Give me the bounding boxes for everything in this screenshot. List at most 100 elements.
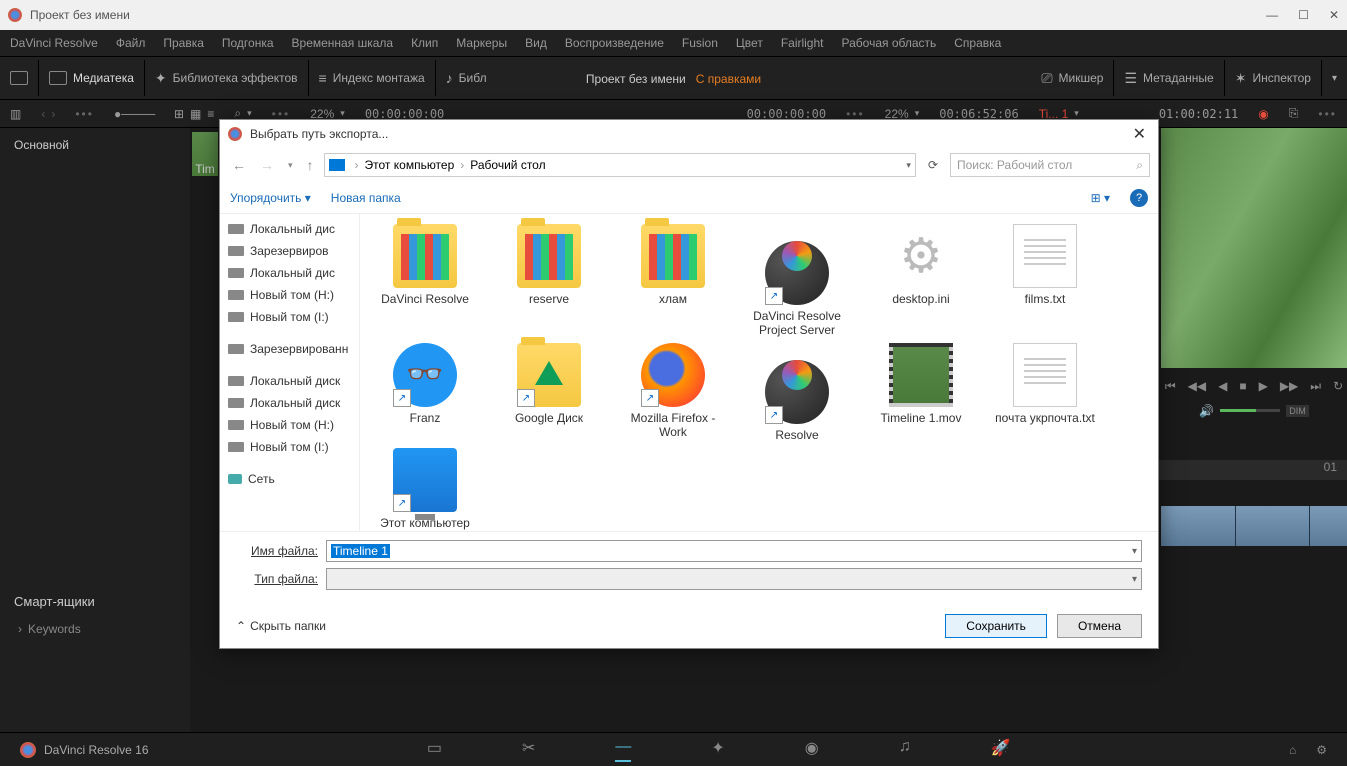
- menu-markers[interactable]: Маркеры: [456, 36, 507, 50]
- tree-node[interactable]: Зарезервированн: [220, 338, 359, 360]
- nav-forward-icon[interactable]: →: [256, 157, 278, 173]
- next-clip-icon[interactable]: ›: [51, 107, 55, 121]
- layout-icon[interactable]: [10, 71, 28, 85]
- prev-clip-icon[interactable]: ‹: [41, 107, 45, 121]
- fusion-page-icon[interactable]: ✦: [711, 738, 724, 762]
- export-icon[interactable]: ⎘: [1289, 106, 1299, 121]
- media-pool-button[interactable]: Медиатека: [49, 71, 134, 85]
- speaker-icon[interactable]: 🔊: [1199, 404, 1214, 418]
- grid-icon[interactable]: ⊞: [174, 107, 184, 121]
- tree-node-network[interactable]: Сеть: [220, 468, 359, 490]
- media-page-icon[interactable]: ▭: [427, 738, 442, 762]
- clip-3[interactable]: [1310, 506, 1347, 546]
- bin-main[interactable]: Основной: [4, 132, 186, 158]
- options-icon[interactable]: •••: [75, 107, 94, 121]
- clip-2[interactable]: [1236, 506, 1311, 546]
- dialog-close-icon[interactable]: ✕: [1129, 124, 1150, 144]
- menu-timeline[interactable]: Временная шкала: [292, 36, 394, 50]
- list-view-icon[interactable]: ≡: [207, 107, 214, 121]
- breadcrumb-bar[interactable]: › Этот компьютер › Рабочий стол ▾: [324, 153, 916, 177]
- maximize-button[interactable]: ☐: [1298, 8, 1309, 22]
- file-item[interactable]: ⚙desktop.ini: [866, 224, 976, 337]
- menu-clip[interactable]: Клип: [411, 36, 438, 50]
- menu-davinci[interactable]: DaVinci Resolve: [10, 36, 98, 50]
- filetype-combo[interactable]: ▾: [326, 568, 1142, 590]
- menu-color[interactable]: Цвет: [736, 36, 763, 50]
- breadcrumb-1[interactable]: Этот компьютер: [365, 158, 455, 172]
- tree-node[interactable]: Новый том (I:): [220, 306, 359, 328]
- sound-library-button[interactable]: ♪Библ: [446, 70, 487, 86]
- panel-toggle-icon[interactable]: ▥: [10, 107, 21, 121]
- tree-node[interactable]: Локальный дис: [220, 218, 359, 240]
- menu-workspace[interactable]: Рабочая область: [842, 36, 937, 50]
- file-item[interactable]: reserve: [494, 224, 604, 337]
- dim-badge[interactable]: DIM: [1286, 405, 1309, 417]
- organize-button[interactable]: Упорядочить ▾: [230, 191, 311, 205]
- volume-slider[interactable]: [1220, 409, 1280, 412]
- edit-index-button[interactable]: ≡Индекс монтажа: [319, 70, 425, 86]
- menu-fairlight[interactable]: Fairlight: [781, 36, 824, 50]
- file-item[interactable]: Google Диск: [494, 343, 604, 442]
- menu-trim[interactable]: Подгонка: [222, 36, 274, 50]
- tree-node[interactable]: Локальный диск: [220, 370, 359, 392]
- menu-playback[interactable]: Воспроизведение: [565, 36, 664, 50]
- search-box[interactable]: Поиск: Рабочий стол ⌕: [950, 153, 1150, 177]
- nav-up-icon[interactable]: ↑: [303, 157, 318, 173]
- play-reverse-icon[interactable]: ◀: [1218, 379, 1227, 394]
- file-item[interactable]: Mozilla Firefox - Work: [618, 343, 728, 442]
- file-item[interactable]: Timeline 1.mov: [866, 343, 976, 442]
- refresh-icon[interactable]: ⟳: [922, 158, 944, 172]
- menu-file[interactable]: Файл: [116, 36, 146, 50]
- help-icon[interactable]: ?: [1130, 189, 1148, 207]
- minimize-button[interactable]: —: [1266, 8, 1278, 22]
- first-frame-icon[interactable]: ⏮: [1165, 379, 1176, 394]
- tree-node[interactable]: Локальный дис: [220, 262, 359, 284]
- inspector-button[interactable]: ✶Инспектор: [1235, 70, 1311, 87]
- cut-page-icon[interactable]: ✂: [522, 738, 535, 762]
- marker-icon[interactable]: ◉: [1258, 107, 1268, 121]
- timeline-clips[interactable]: [1161, 506, 1347, 546]
- next-frame-icon[interactable]: ▶▶: [1280, 379, 1298, 394]
- stop-icon[interactable]: ■: [1239, 379, 1246, 394]
- tree-node[interactable]: Локальный диск: [220, 392, 359, 414]
- deliver-page-icon[interactable]: 🚀: [991, 738, 1011, 762]
- metadata-button[interactable]: ☰Метаданные: [1124, 70, 1213, 87]
- file-item[interactable]: хлам: [618, 224, 728, 337]
- file-item[interactable]: 👓Franz: [370, 343, 480, 442]
- cancel-button[interactable]: Отмена: [1057, 614, 1142, 638]
- menu-view[interactable]: Вид: [525, 36, 547, 50]
- home-icon[interactable]: ⌂: [1289, 743, 1296, 757]
- file-item[interactable]: Этот компьютер: [370, 448, 480, 530]
- breadcrumb-dropdown-icon[interactable]: ▾: [906, 160, 911, 171]
- clip-1[interactable]: [1161, 506, 1236, 546]
- view-mode-icon[interactable]: ⊞ ▾: [1091, 191, 1110, 205]
- thumb-view-icon[interactable]: ▦: [190, 107, 201, 121]
- effects-library-button[interactable]: ✦Библиотека эффектов: [155, 70, 298, 87]
- file-item[interactable]: Resolve: [742, 343, 852, 442]
- filename-input[interactable]: Timeline 1▾: [326, 540, 1142, 562]
- tree-node[interactable]: Новый том (H:): [220, 414, 359, 436]
- menu-fusion[interactable]: Fusion: [682, 36, 718, 50]
- file-item[interactable]: DaVinci Resolve: [370, 224, 480, 337]
- breadcrumb-2[interactable]: Рабочий стол: [470, 158, 545, 172]
- expand-button[interactable]: ▾: [1332, 73, 1337, 84]
- settings-icon[interactable]: ⚙: [1316, 743, 1327, 757]
- loop-icon[interactable]: ↻: [1333, 379, 1343, 394]
- play-icon[interactable]: ▶: [1259, 379, 1268, 394]
- keywords-bin[interactable]: ›Keywords: [4, 615, 186, 642]
- fairlight-page-icon[interactable]: ♫: [899, 738, 911, 762]
- edit-page-icon[interactable]: ⎯⎯: [615, 738, 631, 762]
- slider-icon[interactable]: ●────: [114, 107, 155, 121]
- menu-edit[interactable]: Правка: [163, 36, 204, 50]
- new-folder-button[interactable]: Новая папка: [331, 191, 401, 205]
- last-frame-icon[interactable]: ⏭: [1310, 379, 1321, 394]
- tree-node[interactable]: Зарезервиров: [220, 240, 359, 262]
- nav-dropdown-icon[interactable]: ▾: [284, 160, 297, 171]
- tree-node[interactable]: Новый том (I:): [220, 436, 359, 458]
- file-item[interactable]: почта укрпочта.txt: [990, 343, 1100, 442]
- mixer-button[interactable]: ⎚Микшер: [1041, 70, 1103, 87]
- prev-frame-icon[interactable]: ◀◀: [1188, 379, 1206, 394]
- search-icon[interactable]: ⌕: [1136, 158, 1143, 173]
- color-page-icon[interactable]: ◉: [805, 738, 819, 762]
- options4-icon[interactable]: •••: [1318, 107, 1337, 121]
